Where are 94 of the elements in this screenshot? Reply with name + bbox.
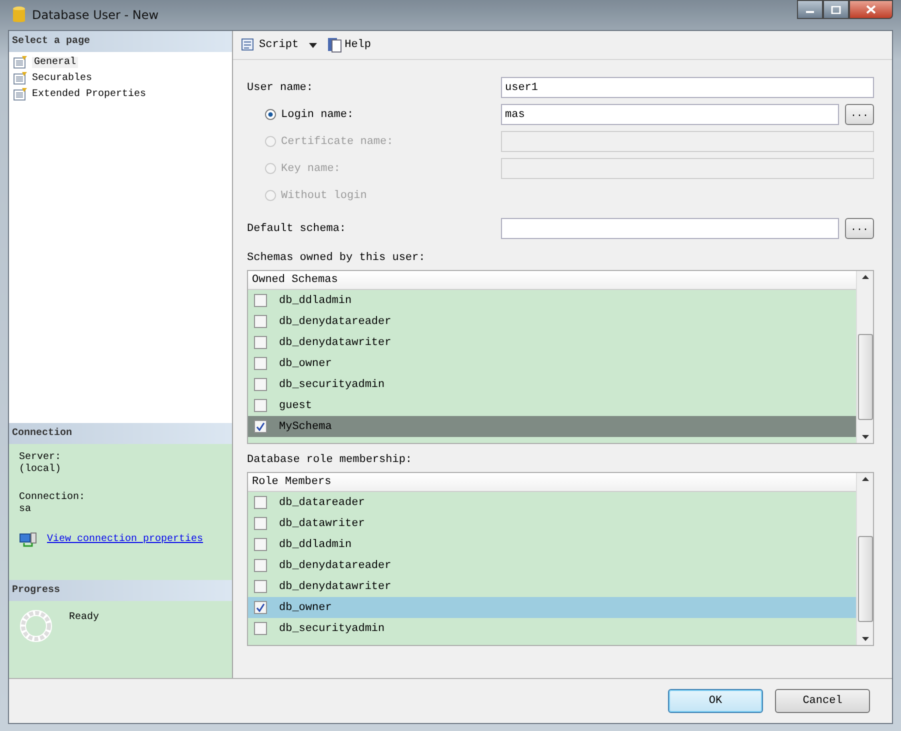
field-label: User name: [247,82,314,94]
section-header: Progress [9,580,232,601]
row-name: MySchema [279,420,332,432]
progress-status: Ready [69,612,100,623]
row-name: db_datareader [279,496,365,508]
login-name-field[interactable]: mas [501,104,839,125]
row-name: db_denydatareader [279,316,392,328]
maximize-button[interactable] [823,0,849,19]
checkbox[interactable] [254,580,267,593]
list-row[interactable]: db_denydatareader [248,555,856,576]
row-name: db_datawriter [279,518,365,530]
row-name: db_ddladmin [279,538,352,550]
view-connection-properties-link[interactable]: View connection properties [47,534,204,546]
list-row[interactable]: db_denydatawriter [248,576,856,597]
script-button[interactable]: Script [237,35,301,55]
progress-wheel-icon [19,609,53,643]
row-name: db_securityadmin [279,378,385,390]
browse-button[interactable]: ... [845,104,874,125]
list-row[interactable]: db_securityadmin [248,374,856,395]
list-row[interactable]: db_securityadmin [248,618,856,639]
close-icon [866,5,876,14]
scroll-up-icon[interactable] [862,275,868,279]
close-button[interactable] [849,0,893,19]
section-header: Select a page [9,31,232,52]
radio-button[interactable] [265,109,276,120]
page-icon [13,55,29,69]
scroll-up-icon[interactable] [862,477,868,481]
list-row[interactable]: db_denydatareader [248,311,856,332]
checkbox[interactable] [254,357,267,370]
minimize-button[interactable] [797,0,823,19]
scrollbar[interactable] [856,271,873,443]
column-header: Role Members [248,473,856,492]
row-name: db_owner [279,602,332,614]
window-title: Database User - New [32,8,159,22]
column-header: Owned Schemas [248,271,856,290]
page-icon [13,87,29,101]
list-label: Schemas owned by this user: [247,252,426,264]
help-button[interactable]: Help [324,35,374,55]
dialog-button[interactable]: Cancel [775,689,870,713]
row-name: db_denydatareader [279,560,392,572]
list-row[interactable]: db_owner [248,353,856,374]
list-row[interactable]: db_datawriter [248,513,856,534]
server-value: (local) [19,464,62,476]
maximize-icon [831,6,841,14]
help-book-icon [326,37,343,53]
radio-label: Certificate name: [281,136,394,148]
computer-icon [19,532,37,548]
list-row[interactable]: db_owner [248,597,856,618]
checkbox[interactable] [254,538,267,551]
default-schema-field[interactable] [501,218,839,239]
checkbox[interactable] [254,315,267,328]
row-name: db_denydatawriter [279,336,392,348]
page-icon [13,71,29,85]
user-name-field[interactable]: user1 [501,77,874,98]
checkbox[interactable] [254,399,267,412]
list-row[interactable]: db_datareader [248,492,856,513]
checkbox[interactable] [254,336,267,349]
list-row[interactable]: db_denydatawriter [248,332,856,353]
list-row[interactable]: db_ddladmin [248,290,856,311]
row-name: guest [279,400,312,412]
checkbox[interactable] [254,496,267,509]
list-label: Database role membership: [247,454,414,466]
dropdown-caret-icon[interactable] [308,42,317,48]
list-row[interactable]: db_ddladmin [248,534,856,555]
scroll-down-icon[interactable] [862,637,868,641]
row-name: db_denydatawriter [279,580,392,592]
radio-label: Login name: [281,108,354,120]
checkbox[interactable] [254,420,267,433]
sidebar-item[interactable]: General [32,56,78,68]
database-icon [12,6,26,24]
sidebar-item[interactable]: Securables [32,72,92,84]
row-name: db_ddladmin [279,294,352,306]
row-name: db_securityadmin [279,622,385,634]
row-name: db_owner [279,358,332,370]
scrollbar[interactable] [856,473,873,645]
dialog-button[interactable]: OK [668,689,763,713]
list-row[interactable]: MySchema [248,416,856,437]
scroll-down-icon[interactable] [862,435,868,439]
radio-label: Key name: [281,162,340,174]
checkbox[interactable] [254,294,267,307]
connection-label: Connection: [19,492,86,504]
server-label: Server: [19,452,62,464]
checkbox[interactable] [254,517,267,530]
checkbox[interactable] [254,378,267,391]
section-header: Connection [9,423,232,444]
browse-button[interactable]: ... [845,218,874,239]
checkbox[interactable] [254,601,267,614]
radio-label: Without login [281,190,367,202]
list-row[interactable]: guest [248,395,856,416]
checkbox[interactable] [254,559,267,572]
sidebar-item[interactable]: Extended Properties [32,88,146,100]
checkbox[interactable] [254,622,267,635]
connection-value: sa [19,504,32,516]
field-label: Default schema: [247,222,348,234]
